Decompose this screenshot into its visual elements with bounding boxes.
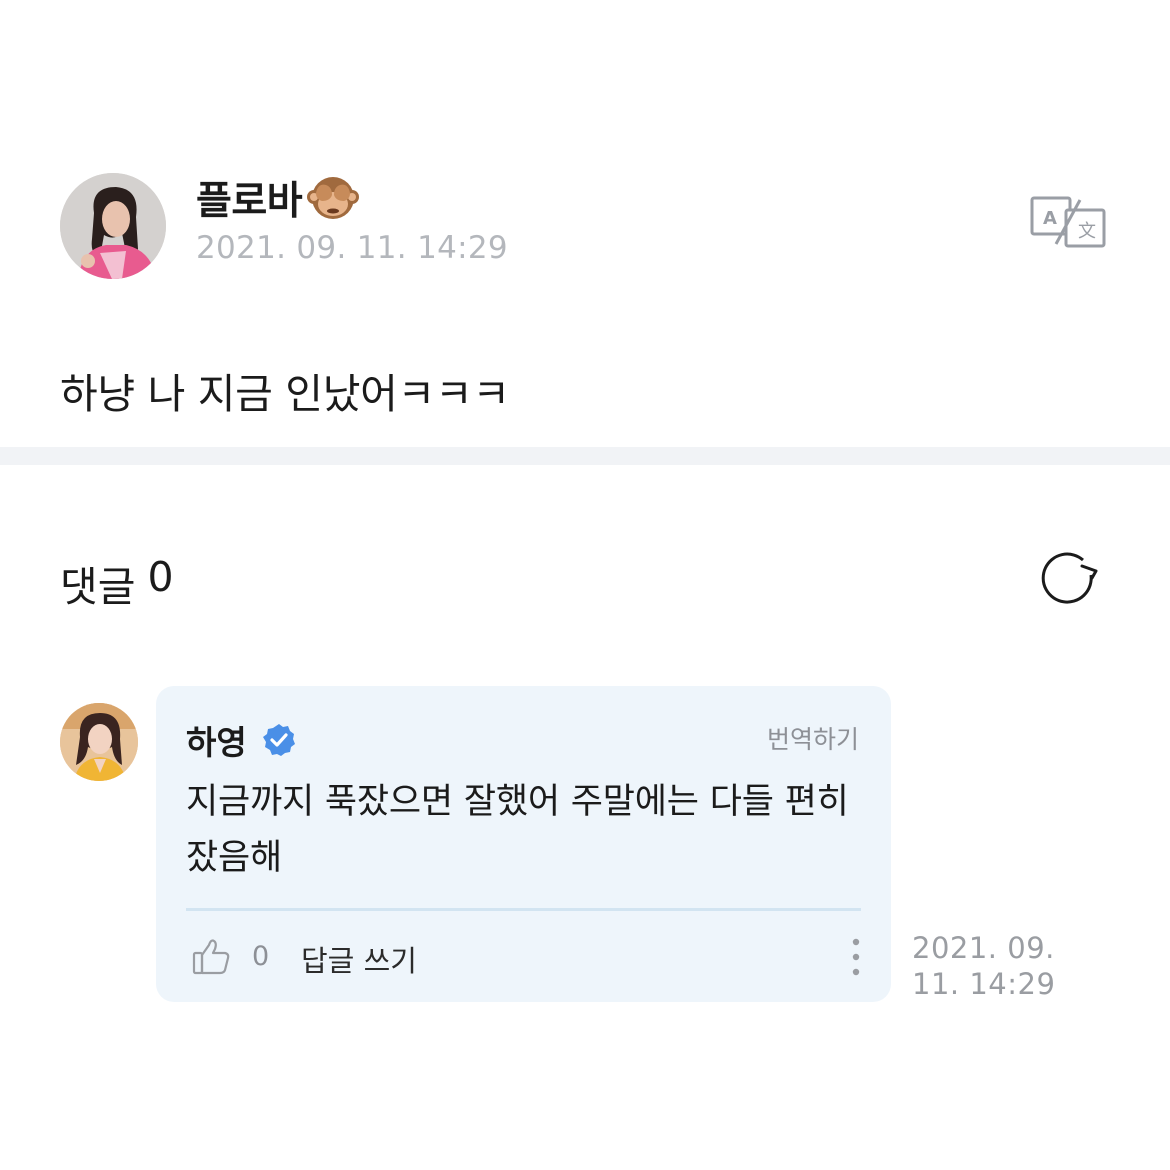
- like-button[interactable]: 0: [192, 936, 269, 976]
- translate-button[interactable]: 번역하기: [767, 720, 859, 756]
- translate-icon[interactable]: A 文: [1030, 196, 1106, 248]
- post-date: 2021. 09. 11. 14:29: [196, 230, 508, 266]
- refresh-icon[interactable]: [1036, 548, 1100, 612]
- svg-text:文: 文: [1078, 221, 1096, 242]
- reply-button[interactable]: 답글 쓰기: [301, 938, 417, 980]
- like-count: 0: [252, 940, 270, 972]
- thumbs-up-icon: [192, 939, 230, 975]
- comment-text: 지금까지 푹잤으면 잘했어 주말에는 다들 편히 잤음해: [186, 782, 849, 878]
- comments-label: 댓글: [60, 563, 136, 611]
- svg-text:A: A: [1043, 208, 1057, 229]
- avatar-image: [60, 173, 166, 279]
- post-body-text: 하냥 나 지금 인났어ㅋㅋㅋ: [60, 370, 510, 418]
- comment-date: 2021. 09. 11. 14:29: [912, 931, 1056, 1001]
- avatar-image: [60, 703, 138, 781]
- post-author-avatar[interactable]: [60, 173, 166, 279]
- comments-count: 0: [147, 553, 174, 601]
- post-author: 플로바: [196, 170, 360, 226]
- post-author-name[interactable]: 플로바: [196, 170, 303, 226]
- comment-card: 하영 번역하기 지금까지 푹잤으면 잘했어 주말에는 다들 편히 잤음해 0 답…: [156, 686, 891, 1002]
- section-divider: [0, 447, 1170, 465]
- see-no-evil-monkey-icon: [307, 177, 360, 219]
- comment-author-avatar[interactable]: [60, 703, 138, 781]
- comment-author-name[interactable]: 하영: [186, 716, 247, 764]
- comment-divider: [186, 908, 861, 911]
- comment-author: 하영: [186, 716, 297, 764]
- comments-heading: 댓글 0: [60, 553, 174, 613]
- more-options-icon[interactable]: [846, 936, 866, 978]
- verified-badge-icon: [262, 724, 295, 756]
